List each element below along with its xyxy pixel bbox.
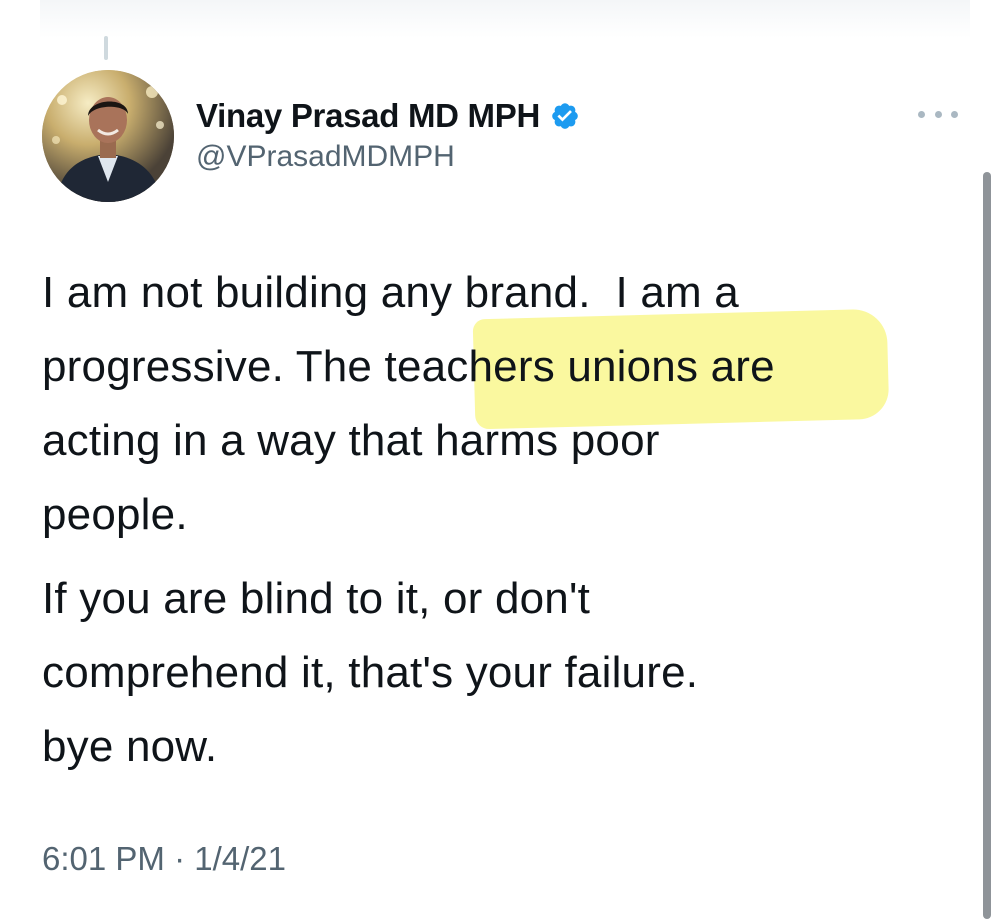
tweet-header: Vinay Prasad MD MPH @VPrasadMDMPH [42, 70, 962, 204]
more-options-icon[interactable] [918, 104, 958, 124]
tweet-date: 1/4/21 [194, 840, 286, 877]
scrollbar[interactable] [983, 172, 991, 919]
tweet-time: 6:01 PM [42, 840, 165, 877]
avatar[interactable] [42, 70, 174, 202]
tweet-paragraph: I am not building any brand. I am a prog… [42, 268, 775, 539]
more-dot [951, 110, 958, 118]
thread-connector-line [104, 36, 108, 60]
author-name-row: Vinay Prasad MD MPH [196, 96, 580, 136]
tweet-screenshot: Vinay Prasad MD MPH @VPrasadMDMPH I am n… [0, 0, 1000, 919]
tweet-timestamp[interactable]: 6:01 PM · 1/4/21 [42, 840, 286, 878]
previous-tweet-edge [40, 0, 970, 38]
more-dot [918, 110, 925, 118]
author-info: Vinay Prasad MD MPH @VPrasadMDMPH [196, 96, 580, 174]
author-display-name[interactable]: Vinay Prasad MD MPH [196, 97, 540, 135]
tweet-text: I am not building any brand. I am a prog… [42, 256, 952, 794]
verified-badge-icon [552, 103, 578, 129]
tweet-paragraph: If you are blind to it, or don't compreh… [42, 574, 699, 771]
more-dot [934, 110, 942, 118]
timestamp-separator: · [164, 840, 195, 877]
avatar-photo-icon [42, 70, 174, 202]
author-handle[interactable]: @VPrasadMDMPH [196, 140, 580, 174]
